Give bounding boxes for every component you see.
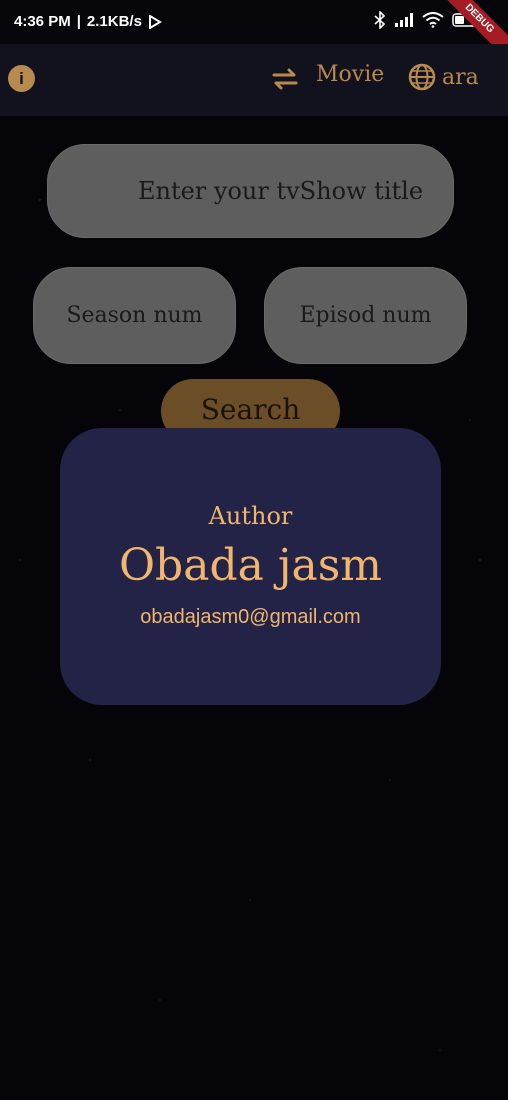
- author-label: Author: [208, 502, 293, 530]
- language-button[interactable]: ara: [408, 63, 479, 91]
- season-number-input[interactable]: Season num: [33, 267, 236, 364]
- status-bar: 4:36 PM | 2.1KB/s DEBUG: [0, 0, 508, 65]
- status-speed: 2.1KB/s: [86, 13, 142, 30]
- signal-icon: [395, 13, 413, 27]
- play-store-icon: [148, 14, 162, 29]
- author-email-link[interactable]: obadajasm0@gmail.com: [60, 606, 441, 629]
- tvshow-title-placeholder: Enter your tvShow title: [137, 177, 424, 205]
- episode-number-placeholder: Episod num: [299, 303, 432, 328]
- app-bar: i Movie ara: [0, 44, 508, 116]
- episode-number-input[interactable]: Episod num: [264, 267, 467, 364]
- status-left: 4:36 PM | 2.1KB/s: [14, 13, 162, 30]
- tvshow-title-input[interactable]: Enter your tvShow title: [47, 144, 454, 238]
- status-separator: |: [76, 13, 81, 30]
- info-icon[interactable]: i: [8, 65, 35, 92]
- season-number-placeholder: Season num: [66, 303, 203, 328]
- language-label: ara: [442, 64, 479, 90]
- author-card: Author Obada jasm obadajasm0@gmail.com: [60, 428, 441, 705]
- globe-icon: [408, 63, 436, 91]
- mode-toggle-label[interactable]: Movie: [316, 62, 384, 87]
- swap-icon[interactable]: [270, 64, 300, 94]
- status-time: 4:36 PM: [14, 13, 71, 30]
- author-name: Obada jasm: [118, 540, 383, 591]
- bluetooth-icon: [374, 11, 386, 29]
- wifi-icon: [422, 12, 444, 28]
